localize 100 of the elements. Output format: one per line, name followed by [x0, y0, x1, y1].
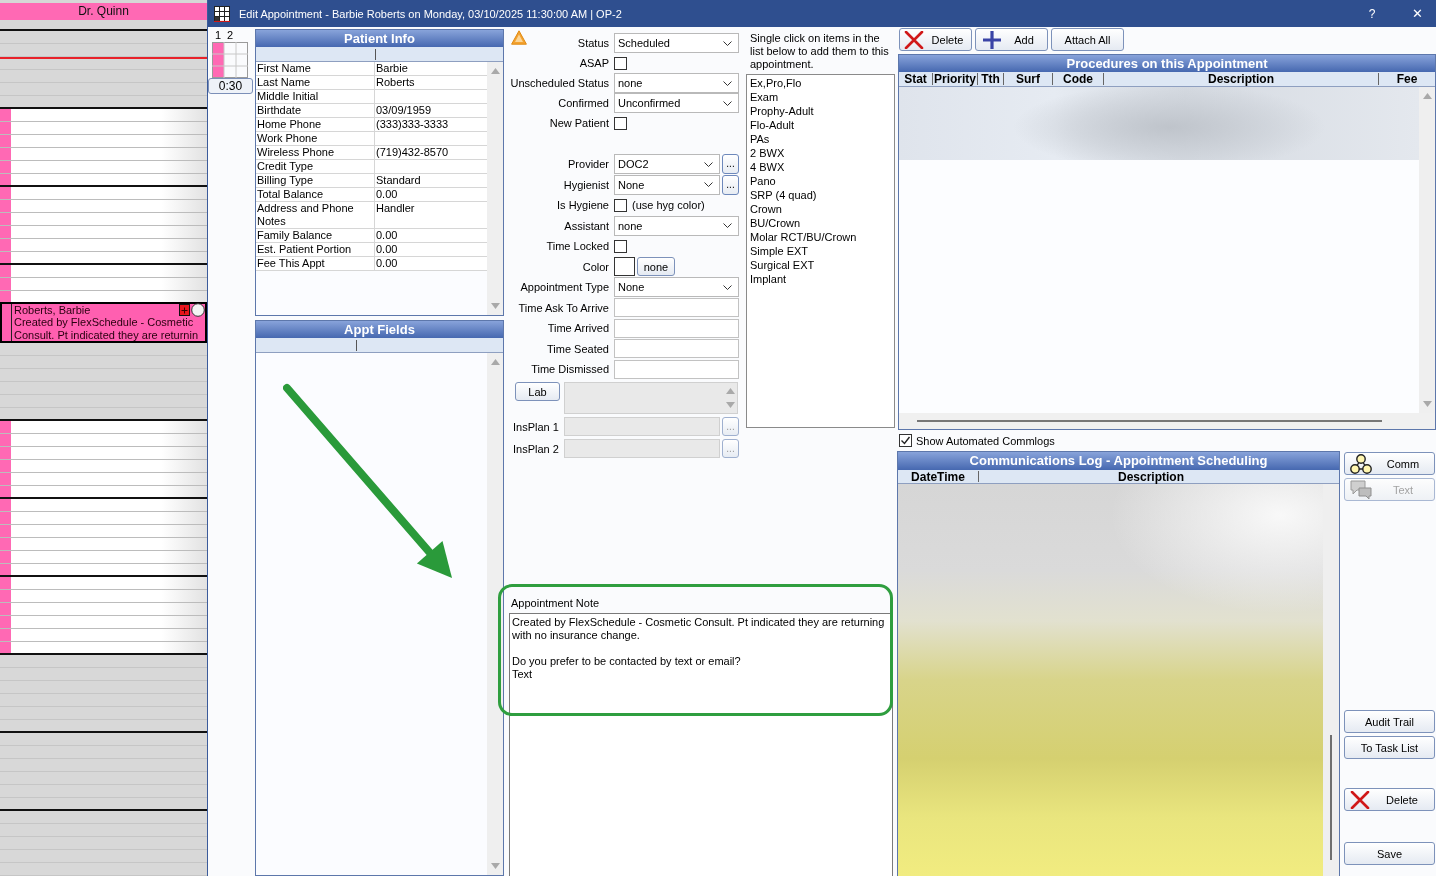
list-item[interactable]: 2 BWX — [750, 146, 894, 160]
scroll-up-icon[interactable] — [490, 68, 500, 74]
field-label: Time Arrived — [546, 322, 609, 335]
list-item[interactable]: Pano — [750, 174, 894, 188]
column-header: Tth — [978, 73, 1004, 85]
field-label: Appointment Note — [511, 597, 601, 611]
checkbox[interactable] — [614, 56, 627, 70]
text-field[interactable] — [614, 318, 739, 338]
scrollbar[interactable] — [899, 413, 1435, 429]
column-header: Fee — [1395, 73, 1419, 85]
list-item[interactable]: SRP (4 quad) — [750, 188, 894, 202]
color-reset-button[interactable]: none — [637, 257, 675, 277]
chevron-down-icon — [723, 223, 732, 229]
appointment-block[interactable]: Roberts, Barbie Created by FlexSchedule - Cosmetic Consult. Pt indicated they are returnin — [0, 302, 207, 343]
connected-circles-icon — [1350, 453, 1372, 474]
chevron-down-icon — [704, 161, 713, 167]
column-number: 2 — [225, 29, 235, 42]
list-item[interactable]: BU/Crown — [750, 216, 894, 230]
speech-bubbles-icon — [1350, 479, 1372, 500]
scroll-down-icon[interactable] — [1422, 401, 1432, 407]
column-header: Stat — [899, 73, 933, 85]
field-label: Confirmed — [557, 97, 609, 109]
checkbox[interactable] — [899, 434, 912, 447]
list-item[interactable]: 4 BWX — [750, 160, 894, 174]
note-field[interactable]: Created by FlexSchedule - Cosmetic Consult. Pt indicated they are returning with no insurance change. Do you prefer to be contacted by text or email? Text — [509, 613, 893, 876]
circle-icon — [191, 303, 205, 317]
field-label: InsPlan 1 — [512, 420, 560, 433]
field-value: 0.00 — [375, 229, 399, 242]
dropdown[interactable]: none — [614, 215, 739, 236]
scrollbar[interactable] — [487, 353, 503, 875]
browse-button[interactable]: ... — [722, 154, 739, 175]
field-label: Appointment Type — [519, 281, 609, 294]
field-label: Total Balance — [256, 188, 375, 201]
panel-title: Patient Info — [256, 30, 503, 47]
checkmark-icon — [900, 435, 911, 446]
list-item[interactable]: Surgical EXT — [750, 258, 894, 272]
provider-header: Dr. Quinn — [0, 3, 207, 20]
field-label: Billing Type — [256, 174, 375, 187]
field-value: Handler — [375, 202, 416, 216]
plus-icon — [983, 30, 1001, 49]
color-swatch-icon[interactable] — [614, 257, 635, 277]
audit-trail-button[interactable]: Audit Trail — [1344, 710, 1435, 733]
list-item[interactable]: Simple EXT — [750, 244, 894, 258]
field-value: Roberts — [375, 76, 416, 89]
list-item[interactable]: PAs — [750, 132, 894, 146]
browse-button[interactable]: ... — [722, 174, 739, 195]
add-button[interactable]: Add — [975, 28, 1048, 51]
close-button[interactable]: ✕ — [1398, 0, 1436, 27]
window-title: Edit Appointment - Barbie Roberts on Monday, 03/10/2025 11:30:00 AM | OP-2 — [239, 7, 623, 20]
checkbox-label: Show Automated Commlogs — [916, 434, 1055, 447]
plus-box-icon — [179, 304, 190, 316]
field-label: InsPlan 2 — [512, 442, 560, 455]
column-header: Description — [1117, 471, 1185, 482]
panel-title: Communications Log - Appointment Scheduling — [898, 452, 1339, 470]
grid-icon — [214, 5, 230, 22]
dropdown[interactable]: None — [614, 174, 720, 195]
scrollbar[interactable] — [1323, 484, 1339, 876]
text-field[interactable] — [614, 339, 739, 359]
scroll-down-icon[interactable] — [490, 303, 500, 309]
attach-all-button[interactable]: Attach All — [1051, 28, 1124, 51]
list-item[interactable]: Implant — [750, 272, 894, 286]
scroll-down-icon[interactable] — [490, 863, 500, 869]
field-value: 0.00 — [375, 188, 399, 201]
field-label: Est. Patient Portion — [256, 243, 375, 256]
dropdown[interactable]: Unconfirmed — [614, 93, 739, 113]
scroll-up-icon[interactable] — [1422, 93, 1432, 99]
dropdown[interactable]: DOC2 — [614, 154, 720, 175]
duration-label: 0:30 — [208, 78, 253, 94]
field-label: Time Locked — [545, 240, 609, 253]
dropdown[interactable]: none — [614, 73, 739, 93]
field-label: Home Phone — [256, 118, 375, 131]
task-list-button[interactable]: To Task List — [1344, 736, 1435, 759]
text-field[interactable] — [614, 298, 739, 318]
list-item[interactable]: Flo-Adult — [750, 118, 894, 132]
list-item[interactable]: Molar RCT/BU/Crown — [750, 230, 894, 244]
dropdown[interactable]: Scheduled — [614, 33, 739, 53]
checkbox[interactable] — [614, 198, 627, 212]
instruction-text: Single click on items in the list below to add them to this appointment. — [750, 32, 890, 71]
delete-button[interactable]: Delete — [899, 28, 972, 51]
help-button[interactable]: ? — [1356, 0, 1388, 27]
text-field[interactable] — [614, 359, 739, 379]
field-label: ASAP — [578, 57, 609, 69]
save-button[interactable]: Save — [1344, 842, 1435, 865]
scroll-up-icon[interactable] — [490, 359, 500, 365]
checkbox[interactable] — [614, 116, 627, 130]
comm-button[interactable]: Comm — [1344, 452, 1435, 475]
checkbox[interactable] — [614, 239, 627, 253]
field-label: Fee This Appt — [256, 257, 375, 270]
list-item[interactable]: Crown — [750, 202, 894, 216]
list-item[interactable]: Exam — [750, 90, 894, 104]
dropdown[interactable]: None — [614, 277, 739, 298]
checkbox-caption: (use hyg color) — [632, 199, 705, 212]
delete-button[interactable]: Delete — [1344, 788, 1435, 811]
field-label: Is Hygiene — [556, 199, 609, 212]
scrollbar[interactable] — [487, 62, 503, 315]
list-item[interactable]: Ex,Pro,Flo — [750, 76, 894, 90]
list-item[interactable]: Prophy-Adult — [750, 104, 894, 118]
scrollbar[interactable] — [1419, 87, 1435, 413]
field-label: Middle Initial — [256, 90, 375, 103]
field-value: Standard — [375, 174, 422, 187]
